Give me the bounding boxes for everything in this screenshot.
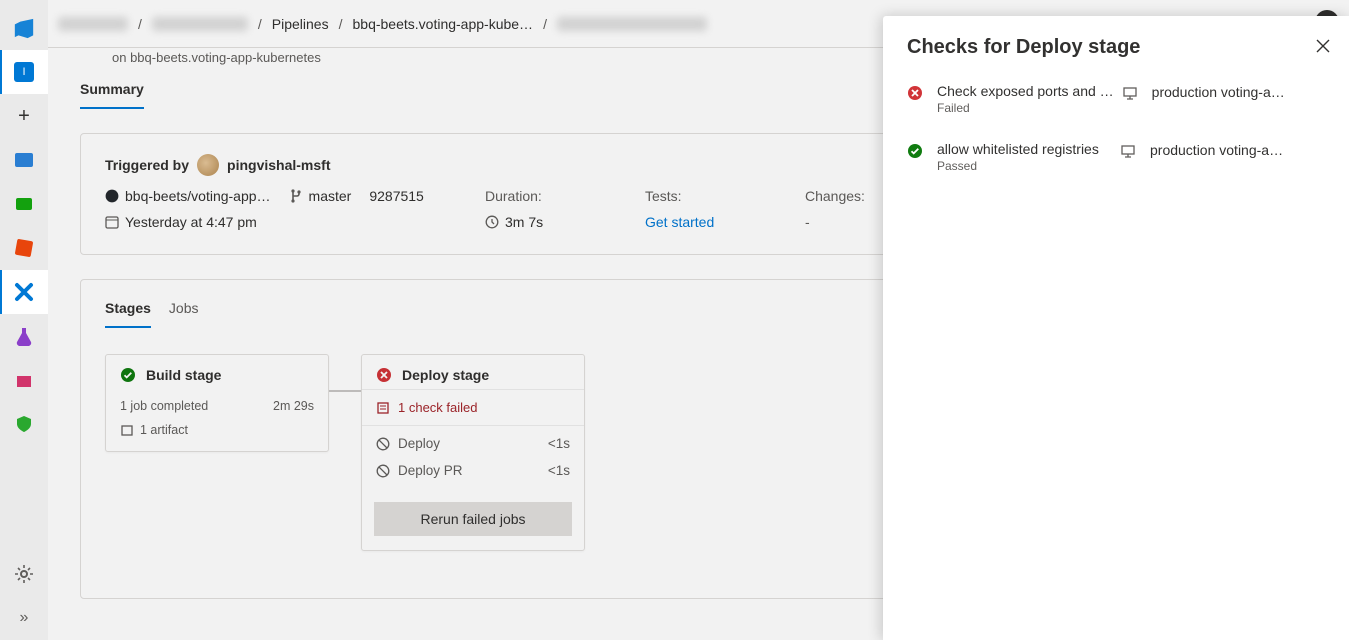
success-icon [907,143,923,159]
check-row-passed[interactable]: allow whitelisted registries Passed prod… [907,141,1325,173]
left-item-artifacts[interactable] [0,226,48,270]
check-name: Check exposed ports and … [937,83,1114,99]
check-environment[interactable]: production voting-a… [1152,83,1325,100]
left-item-packages[interactable] [0,358,48,402]
close-icon [1315,38,1331,54]
fail-icon [907,85,923,101]
shield-icon [14,414,34,434]
environment-icon [1120,143,1136,159]
check-environment[interactable]: production voting-a… [1150,141,1325,158]
check-name: allow whitelisted registries [937,141,1112,157]
gear-icon [14,564,34,584]
azure-devops-icon [13,17,35,39]
git-icon [14,238,34,258]
left-item-project[interactable]: I [0,50,48,94]
repo-icon [14,194,34,214]
left-item-repos[interactable] [0,182,48,226]
left-item-settings[interactable] [0,552,48,596]
left-item-pipelines[interactable] [0,270,48,314]
chevrons-icon: » [13,607,35,629]
check-status: Failed [937,101,1114,115]
left-item-overview[interactable] [0,402,48,446]
left-item-collapse[interactable]: » [0,596,48,640]
azure-devops-logo[interactable] [0,6,48,50]
environment-icon [1122,85,1138,101]
check-row-failed[interactable]: Check exposed ports and … Failed product… [907,83,1325,115]
left-item-boards[interactable] [0,138,48,182]
plus-icon: + [18,105,30,128]
flask-icon [14,326,34,346]
pipeline-icon [14,282,34,302]
package-icon [14,370,34,390]
panel-close-button[interactable] [1315,38,1331,54]
board-icon [14,150,34,170]
left-item-add[interactable]: + [0,94,48,138]
panel-title: Checks for Deploy stage [907,36,1325,59]
left-nav: I + » [0,0,48,640]
left-item-testplans[interactable] [0,314,48,358]
checks-panel: Checks for Deploy stage Check exposed po… [883,16,1349,640]
check-status: Passed [937,159,1112,173]
